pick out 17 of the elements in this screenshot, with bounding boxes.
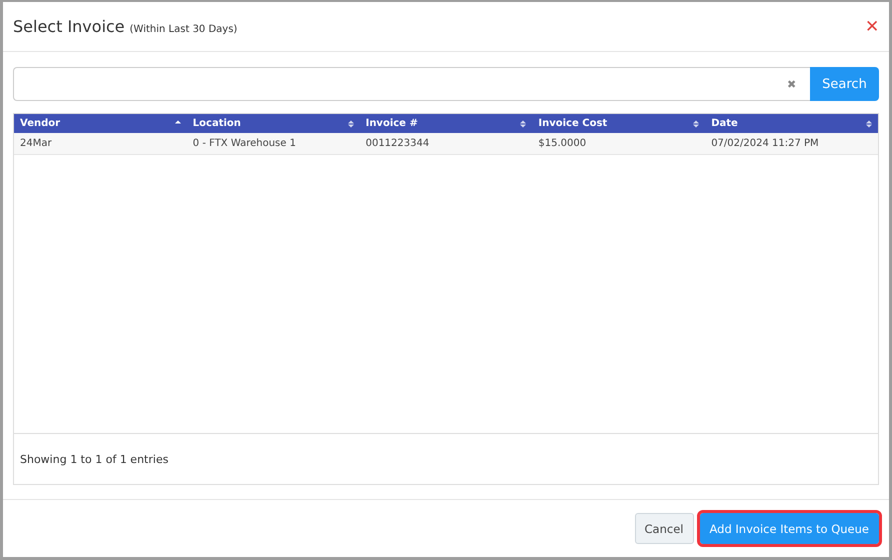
table-cell-text: 07/02/2024 11:27 PM <box>710 137 820 151</box>
table-cell-text: 0011223344 <box>364 137 430 151</box>
dialog-title: Select Invoice <box>13 17 125 36</box>
entries-info: Showing 1 to 1 of 1 entries <box>20 452 168 466</box>
column-header[interactable]: Invoice # <box>360 114 532 133</box>
column-header[interactable]: Date <box>705 114 878 133</box>
dialog-subtitle: (Within Last 30 Days) <box>130 24 238 35</box>
column-header[interactable]: Invoice Cost <box>532 114 706 133</box>
cancel-button[interactable]: Cancel <box>634 513 694 544</box>
close-button[interactable]: ✕ <box>865 16 879 37</box>
column-header[interactable]: Location <box>186 114 360 133</box>
table-cell-text: 24Mar <box>19 137 53 151</box>
table-cell-text: $15.0000 <box>537 137 588 151</box>
clear-button[interactable]: ✖ <box>787 78 796 90</box>
table-cell-text: 0 - FTX Warehouse 1 <box>192 137 297 151</box>
search-field[interactable]: ✖ <box>13 67 810 101</box>
column-header[interactable]: Vendor <box>14 114 187 133</box>
